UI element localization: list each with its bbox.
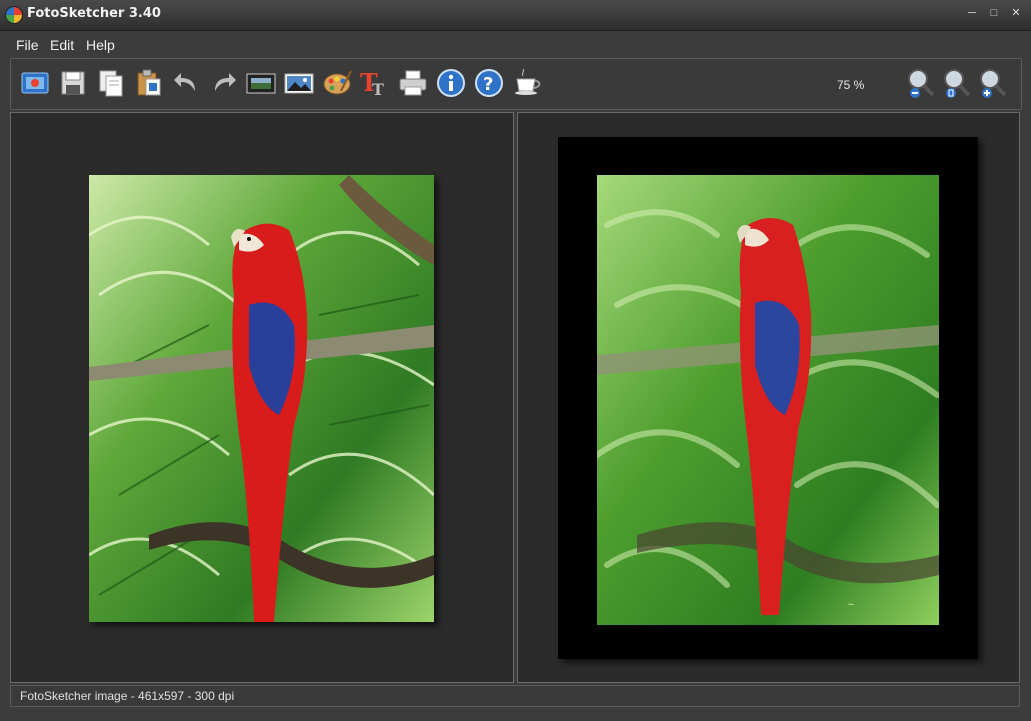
result-image-panel[interactable]: ~ [517,112,1020,683]
open-image-icon[interactable] [19,67,51,99]
status-bar: FotoSketcher image - 461x597 - 300 dpi [10,685,1020,707]
help-icon[interactable]: ? [473,67,505,99]
text-icon[interactable]: TT [357,67,389,99]
undo-icon[interactable] [171,67,203,99]
title-bar[interactable]: FotoSketcher 3.40 ─ □ ✕ [0,0,1031,31]
svg-text:T: T [372,80,384,99]
maximize-icon[interactable]: □ [987,6,1001,20]
coffee-cup-icon[interactable] [511,67,543,99]
print-icon[interactable] [397,67,429,99]
save-icon[interactable] [57,67,89,99]
original-image-panel[interactable] [10,112,514,683]
toolbar: TT ? 75 % [10,58,1022,110]
menu-edit[interactable]: Edit [50,37,74,53]
zoom-in-icon[interactable] [977,67,1009,99]
artist-signature-mark: ~ [847,600,855,610]
close-icon[interactable]: ✕ [1009,6,1023,20]
window-title: FotoSketcher 3.40 [27,6,161,21]
image-info-status: FotoSketcher image - 461x597 - 300 dpi [20,689,235,703]
landscape-photo-icon[interactable] [283,67,315,99]
painting-frame: ~ [558,137,978,659]
zoom-level: 75 % [837,78,865,92]
window-controls: ─ □ ✕ [965,6,1023,20]
palette-icon[interactable] [321,67,353,99]
minimize-icon[interactable]: ─ [965,6,979,20]
menu-file[interactable]: File [16,37,39,53]
redo-icon[interactable] [207,67,239,99]
zoom-out-icon[interactable] [905,67,937,99]
zoom-fit-icon[interactable] [941,67,973,99]
copy-icon[interactable] [95,67,127,99]
svg-text:?: ? [483,74,493,95]
info-icon[interactable] [435,67,467,99]
original-parrot-photo [89,175,434,622]
painted-parrot-image: ~ [597,175,939,625]
app-logo-icon [6,7,22,23]
filmstrip-icon[interactable] [245,67,277,99]
menu-bar: File Edit Help [0,31,1031,57]
paste-icon[interactable] [133,67,165,99]
menu-help[interactable]: Help [86,37,115,53]
